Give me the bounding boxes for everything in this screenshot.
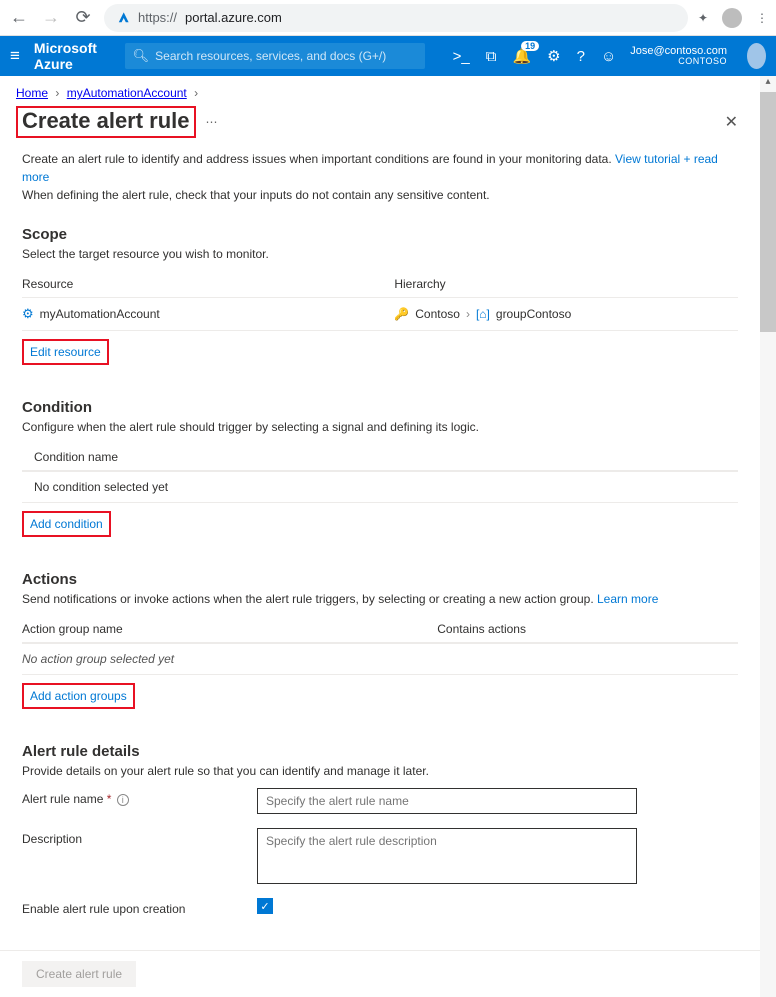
scope-hierarchy-root: Contoso [415, 307, 460, 321]
actions-heading: Actions [22, 571, 738, 588]
actions-empty-row: No action group selected yet [22, 643, 738, 675]
breadcrumb: Home › myAutomationAccount › [0, 76, 760, 106]
page-title: Create alert rule [16, 106, 196, 138]
user-account[interactable]: Jose@contoso.com CONTOSO [630, 45, 727, 67]
browser-toolbar: ← → ⟳ https:// portal.azure.com ✦ ⋮ [0, 0, 776, 36]
description-textarea[interactable] [257, 828, 637, 884]
details-description: Provide details on your alert rule so th… [22, 764, 738, 778]
automation-account-icon: ⚙ [22, 306, 34, 322]
create-alert-rule-button[interactable]: Create alert rule [22, 961, 136, 987]
scope-resource-name: myAutomationAccount [40, 307, 160, 321]
scope-resource-row: ⚙ myAutomationAccount 🔑 Contoso › [⌂] gr… [22, 297, 738, 331]
url-scheme: https:// [138, 10, 177, 25]
hamburger-icon[interactable]: ≡ [10, 46, 20, 66]
url-host: portal.azure.com [185, 10, 282, 25]
browser-menu-icon[interactable]: ⋮ [756, 11, 768, 25]
condition-empty-row: No condition selected yet [22, 471, 738, 503]
actions-col-group: Action group name [22, 622, 437, 636]
footer: Create alert rule [0, 950, 760, 997]
azure-logo-icon [116, 11, 130, 25]
scope-col-hierarchy: Hierarchy [394, 277, 738, 291]
profile-avatar-icon[interactable] [722, 8, 742, 28]
details-heading: Alert rule details [22, 743, 738, 760]
user-tenant: CONTOSO [630, 57, 727, 67]
global-search[interactable]: 🔍︎ Search resources, services, and docs … [125, 43, 425, 69]
details-section: Alert rule details Provide details on yo… [22, 743, 738, 916]
actions-learn-more-link[interactable]: Learn more [597, 592, 658, 606]
address-bar[interactable]: https:// portal.azure.com [104, 4, 688, 32]
notification-badge: 19 [521, 41, 539, 51]
reload-icon[interactable]: ⟳ [72, 7, 94, 28]
chevron-right-icon: › [466, 307, 470, 321]
scope-heading: Scope [22, 226, 738, 243]
brand-label: Microsoft Azure [34, 40, 111, 72]
add-condition-link[interactable]: Add condition [22, 511, 111, 537]
breadcrumb-home[interactable]: Home [16, 86, 48, 100]
notifications-icon[interactable]: 🔔19 [512, 47, 531, 65]
forward-icon: → [40, 7, 62, 28]
feedback-icon[interactable]: ☺ [601, 48, 616, 65]
condition-col-name: Condition name [22, 450, 394, 464]
vertical-scrollbar[interactable]: ▴ [760, 76, 776, 997]
more-actions-icon[interactable]: ⋯ [206, 115, 218, 129]
chevron-right-icon: › [194, 86, 198, 100]
actions-section: Actions Send notifications or invoke act… [22, 571, 738, 709]
condition-description: Configure when the alert rule should tri… [22, 420, 738, 434]
cloud-shell-icon[interactable]: >_ [453, 48, 470, 65]
intro-text: Create an alert rule to identify and add… [22, 150, 738, 204]
alert-rule-name-input[interactable] [257, 788, 637, 814]
settings-icon[interactable]: ⚙ [547, 47, 560, 65]
edit-resource-link[interactable]: Edit resource [22, 339, 109, 365]
search-placeholder: Search resources, services, and docs (G+… [155, 49, 386, 63]
add-action-groups-link[interactable]: Add action groups [22, 683, 135, 709]
info-icon[interactable]: i [117, 794, 129, 806]
user-avatar-icon[interactable] [747, 43, 766, 69]
scroll-up-arrow-icon[interactable]: ▴ [760, 76, 776, 92]
close-icon[interactable]: ✕ [725, 112, 744, 132]
alert-rule-name-label: Alert rule name * i [22, 788, 257, 806]
actions-description: Send notifications or invoke actions whe… [22, 592, 738, 606]
scrollbar-thumb[interactable] [760, 92, 776, 332]
scope-hierarchy-group: groupContoso [496, 307, 571, 321]
back-icon[interactable]: ← [8, 7, 30, 28]
enable-on-creation-checkbox[interactable]: ✓ [257, 898, 273, 914]
scope-description: Select the target resource you wish to m… [22, 247, 738, 261]
azure-header: ≡ Microsoft Azure 🔍︎ Search resources, s… [0, 36, 776, 76]
chevron-right-icon: › [55, 86, 59, 100]
enable-on-creation-label: Enable alert rule upon creation [22, 898, 257, 916]
help-icon[interactable]: ? [577, 48, 585, 65]
condition-section: Condition Configure when the alert rule … [22, 399, 738, 537]
scope-col-resource: Resource [22, 277, 394, 291]
condition-heading: Condition [22, 399, 738, 416]
description-label: Description [22, 828, 257, 846]
breadcrumb-account[interactable]: myAutomationAccount [67, 86, 187, 100]
scope-section: Scope Select the target resource you wis… [22, 226, 738, 365]
key-icon: 🔑 [394, 307, 409, 321]
extensions-icon[interactable]: ✦ [698, 11, 708, 25]
directory-icon[interactable]: ⧉ [486, 48, 497, 65]
actions-col-contains: Contains actions [437, 622, 738, 636]
search-icon: 🔍︎ [133, 48, 150, 64]
resource-group-icon: [⌂] [476, 307, 490, 321]
